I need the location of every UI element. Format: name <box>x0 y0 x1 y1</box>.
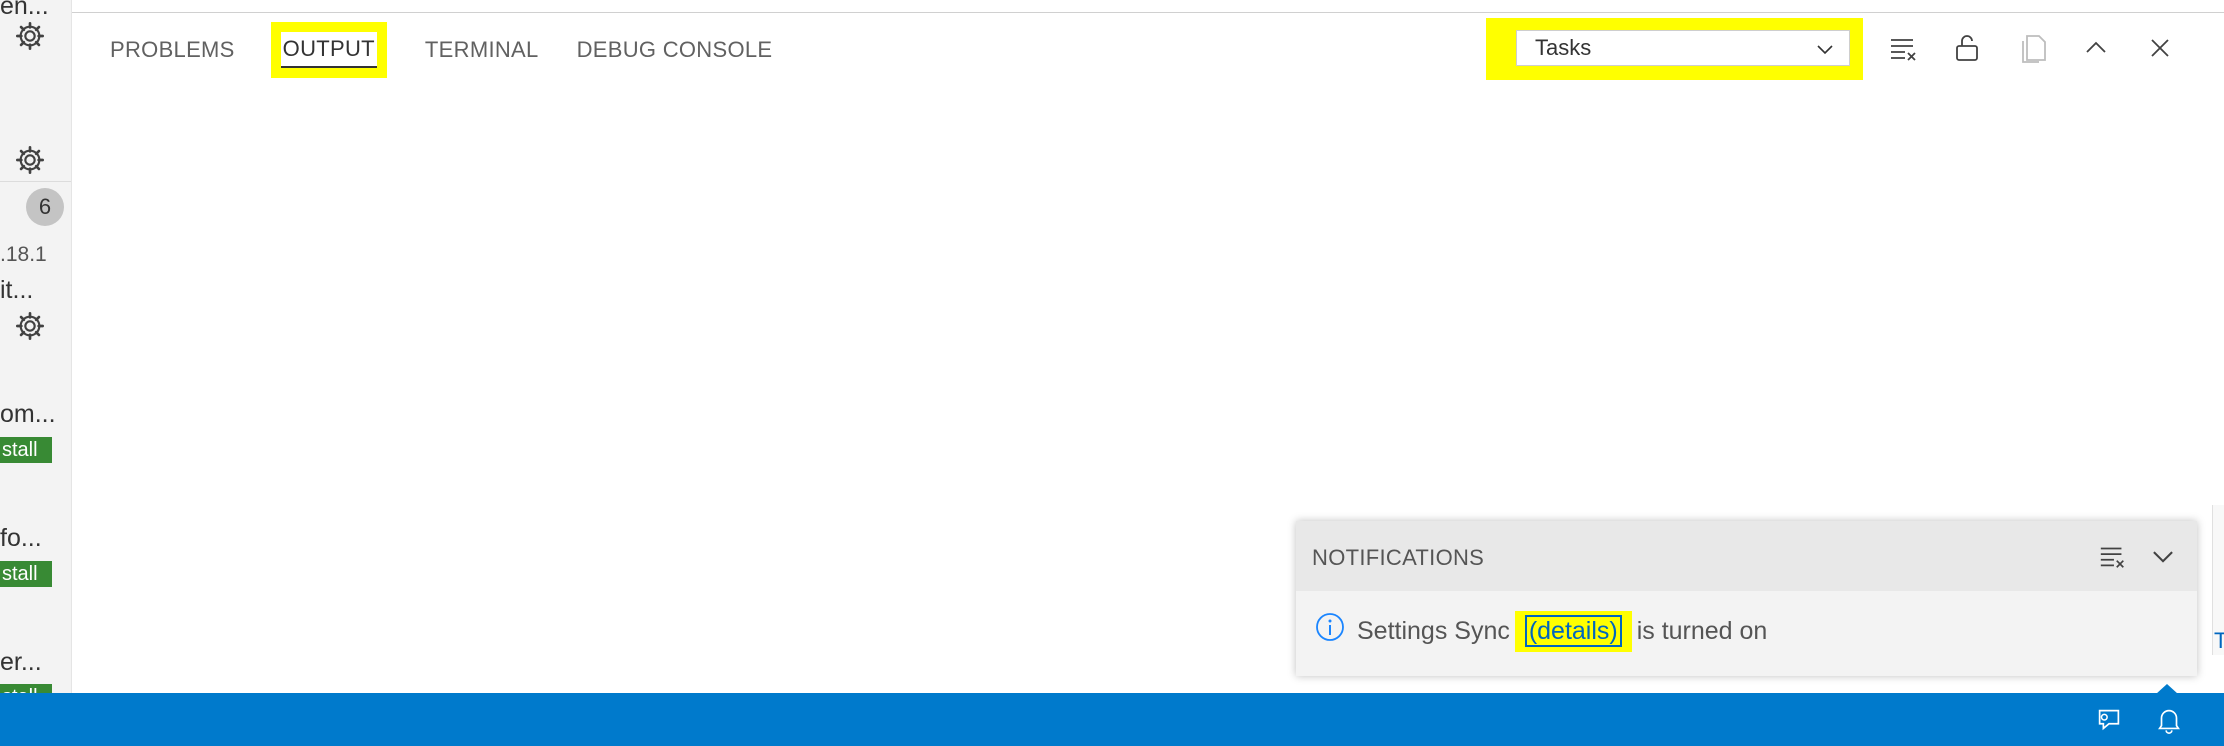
extension-name-3: om... <box>0 400 56 428</box>
tab-output[interactable]: OUTPUT <box>270 22 387 78</box>
clear-all-notifications-icon[interactable] <box>2098 541 2128 571</box>
edge-text: T <box>2214 628 2224 653</box>
tab-debug-console[interactable]: DEBUG CONSOLE <box>577 37 773 63</box>
notification-item: Settings Sync (details) is turned on <box>1296 591 2197 676</box>
install-button[interactable]: stall <box>0 561 52 587</box>
notifications-header: NOTIFICATIONS <box>1296 521 2197 591</box>
tab-terminal[interactable]: TERMINAL <box>425 37 539 63</box>
notification-text: Settings Sync <box>1357 617 1510 645</box>
close-icon[interactable] <box>2144 32 2176 64</box>
panel-border <box>72 12 2224 13</box>
details-link[interactable]: (details) <box>1524 615 1622 647</box>
info-icon <box>1316 613 1344 641</box>
notifications-center: NOTIFICATIONS Settings Sync (details) is… <box>1296 521 2197 676</box>
panel-tabs: PROBLEMS OUTPUT TERMINAL DEBUG CONSOLE <box>110 20 810 80</box>
chevron-up-icon[interactable] <box>2080 32 2112 64</box>
notifications-title: NOTIFICATIONS <box>1312 545 1485 570</box>
count-badge: 6 <box>26 188 64 226</box>
chevron-down-icon[interactable] <box>2150 543 2176 569</box>
tab-problems[interactable]: PROBLEMS <box>110 37 235 63</box>
gear-icon[interactable] <box>14 20 46 52</box>
bell-icon[interactable] <box>2154 704 2184 736</box>
status-bar <box>0 693 2224 746</box>
output-channel-select[interactable]: Tasks <box>1516 30 1850 66</box>
install-button[interactable]: stall <box>0 437 52 463</box>
notification-text-suffix: is turned on <box>1636 617 1768 645</box>
unlock-icon[interactable] <box>1951 32 1983 64</box>
output-channel-highlight: Tasks <box>1486 18 1863 80</box>
extension-name-1: en... <box>0 0 49 20</box>
gear-icon[interactable] <box>14 144 46 176</box>
extension-name-4: fo... <box>0 524 42 552</box>
gear-icon[interactable] <box>14 310 46 342</box>
extension-name-2: it... <box>0 276 34 304</box>
open-in-editor-icon[interactable] <box>2018 32 2050 64</box>
notification-message: Settings Sync (details) is turned on <box>1357 611 1767 652</box>
feedback-icon[interactable] <box>2094 705 2124 735</box>
extension-version: .18.1 <box>0 243 47 266</box>
output-channel-value: Tasks <box>1535 35 1592 60</box>
chevron-down-icon <box>1817 45 1833 55</box>
details-link-highlight: (details) <box>1514 611 1632 652</box>
clear-output-icon[interactable] <box>1888 32 1920 64</box>
extension-name-5: er... <box>0 648 42 676</box>
sidebar-divider <box>0 181 71 182</box>
extensions-sidebar: en... 6 .18.1 it... om... stall fo... st… <box>0 0 72 693</box>
install-button[interactable]: stall <box>0 684 52 693</box>
